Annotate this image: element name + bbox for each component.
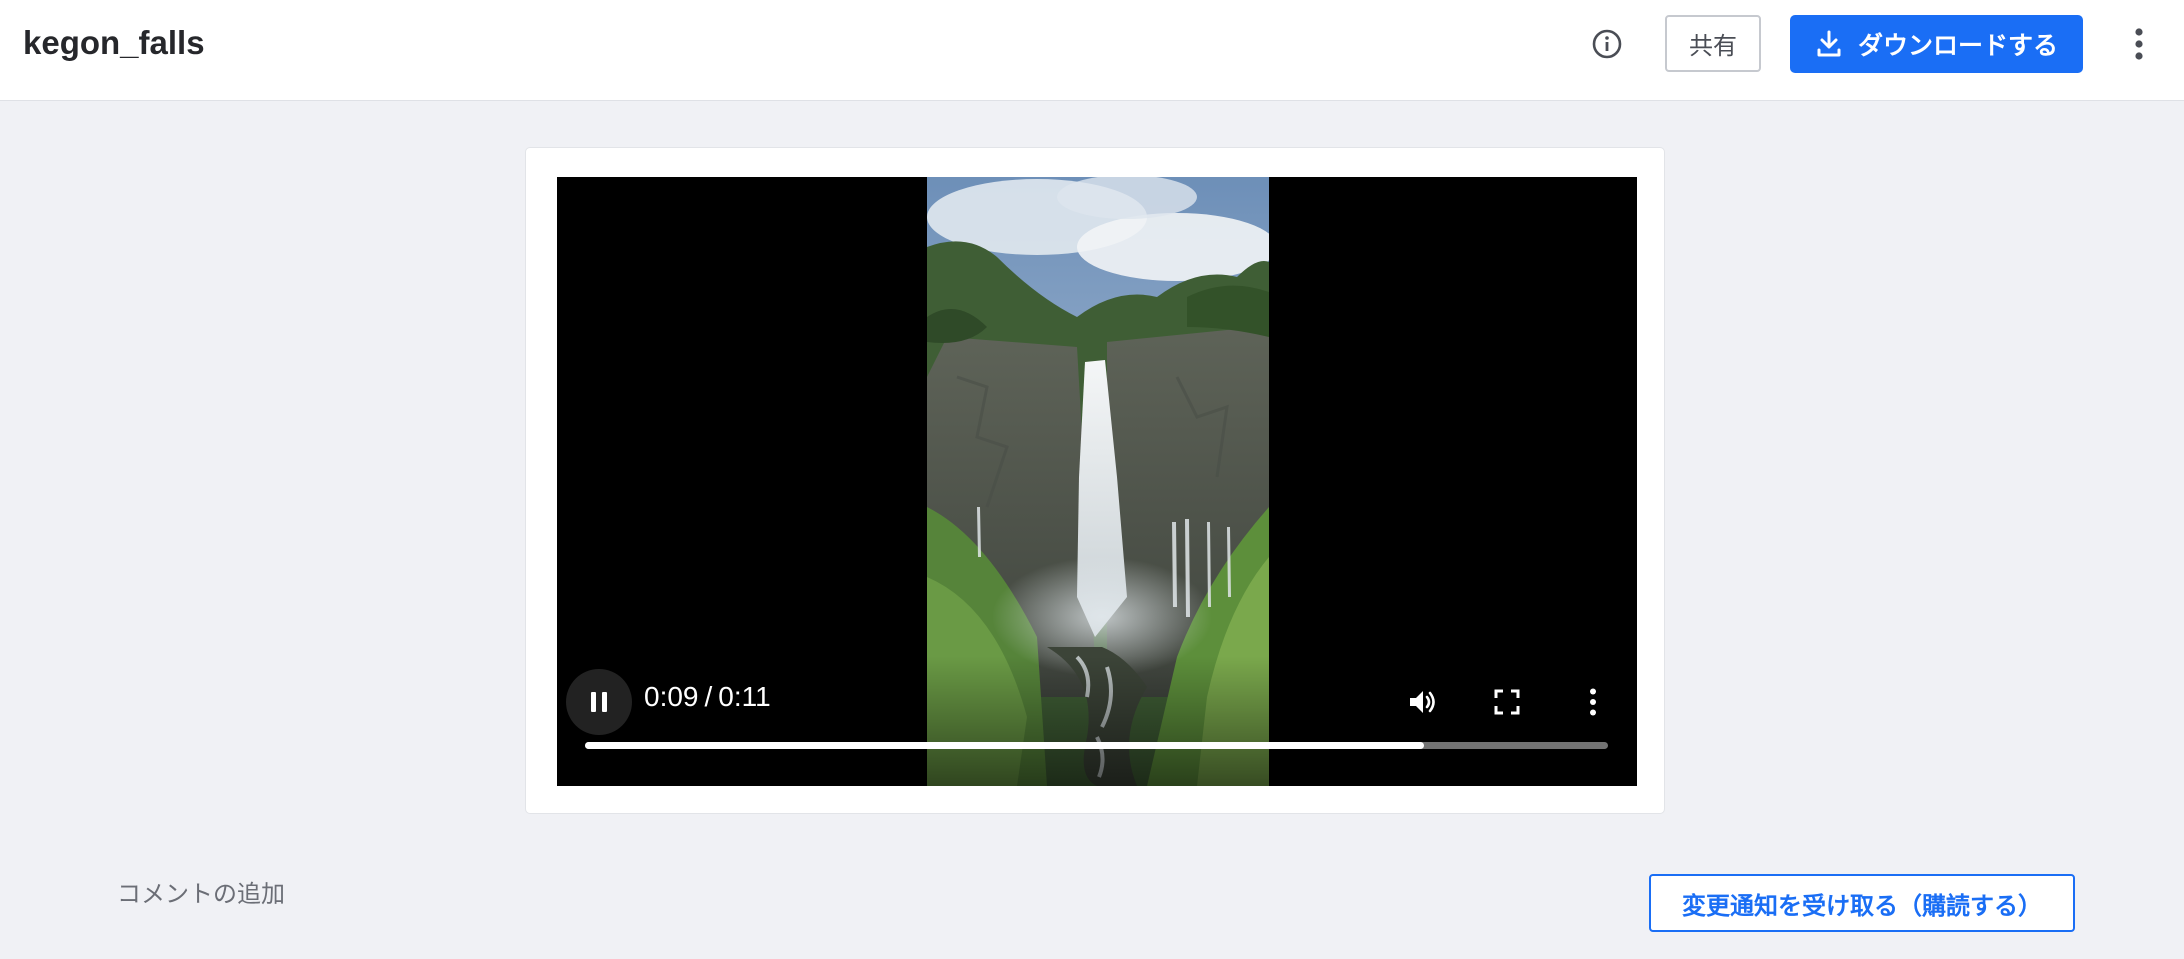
download-icon bbox=[1816, 30, 1842, 58]
current-time: 0:09 bbox=[644, 681, 699, 712]
fullscreen-button[interactable] bbox=[1487, 682, 1527, 722]
duration: 0:11 bbox=[718, 681, 771, 712]
download-button-label: ダウンロードする bbox=[1858, 31, 2059, 60]
volume-button[interactable] bbox=[1402, 682, 1442, 722]
add-comment-label[interactable]: コメントの追加 bbox=[117, 874, 285, 909]
share-button-label: 共有 bbox=[1689, 32, 1737, 60]
info-circle-icon bbox=[1592, 29, 1622, 59]
more-vertical-icon bbox=[2135, 28, 2143, 60]
download-button[interactable]: ダウンロードする bbox=[1790, 15, 2083, 73]
subscribe-button[interactable]: 変更通知を受け取る（購読する） bbox=[1649, 874, 2075, 932]
subscribe-button-label: 変更通知を受け取る（購読する） bbox=[1682, 891, 2042, 920]
page-title: kegon_falls bbox=[23, 24, 205, 61]
volume-icon bbox=[1410, 691, 1435, 713]
pause-icon bbox=[591, 692, 607, 712]
info-button[interactable] bbox=[1590, 27, 1624, 61]
time-separator: / bbox=[704, 681, 713, 712]
player-more-button[interactable] bbox=[1573, 682, 1613, 722]
progress-bar[interactable] bbox=[585, 742, 1608, 749]
controls-gradient bbox=[557, 656, 1637, 786]
time-display: 0:09/0:11 bbox=[644, 681, 771, 713]
share-button[interactable]: 共有 bbox=[1665, 15, 1761, 72]
more-vertical-icon bbox=[1590, 688, 1596, 716]
more-options-button[interactable] bbox=[2126, 26, 2152, 62]
progress-fill bbox=[585, 742, 1424, 749]
top-bar: kegon_falls 共有 ダウンロードする bbox=[0, 0, 2184, 101]
fullscreen-icon bbox=[1494, 689, 1520, 715]
pause-button[interactable] bbox=[566, 669, 632, 735]
video-player[interactable]: 0:09/0:11 bbox=[557, 177, 1637, 786]
